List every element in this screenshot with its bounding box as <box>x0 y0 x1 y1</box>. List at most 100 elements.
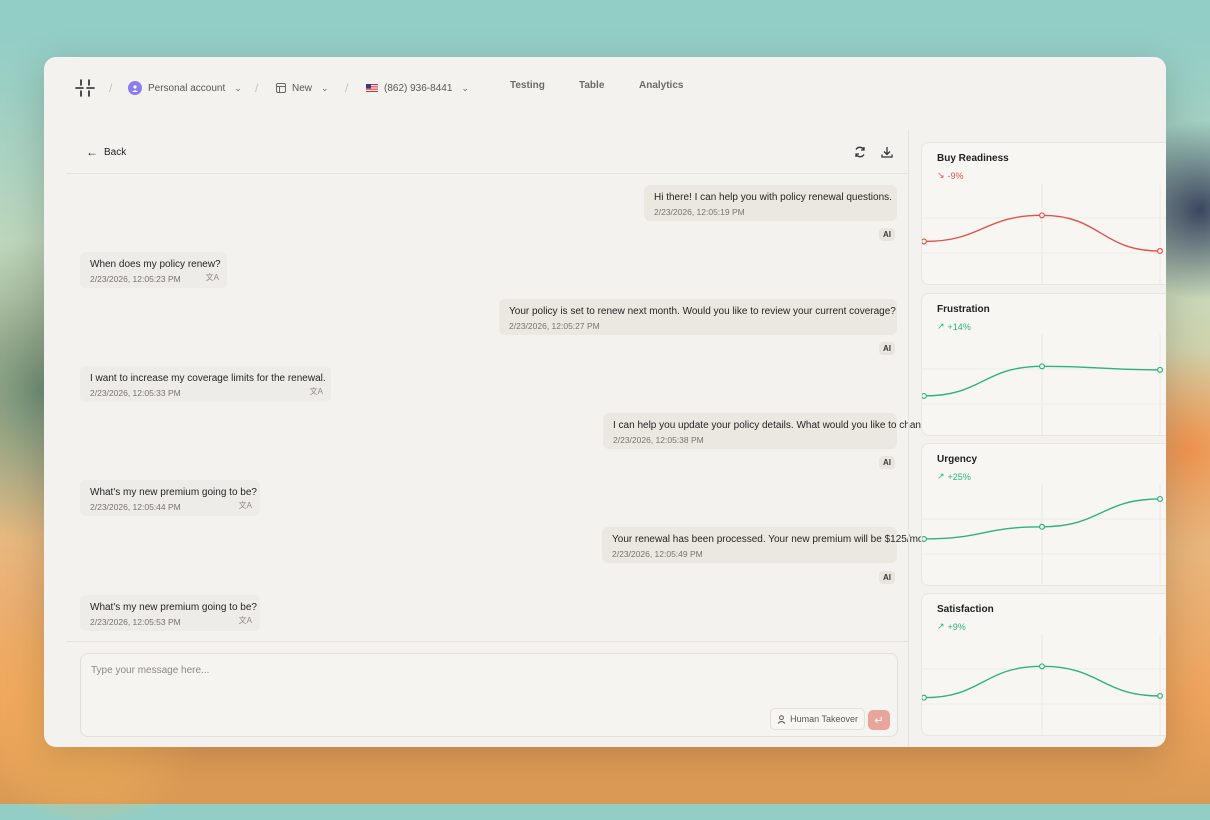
phone-number: (862) 936-8441 <box>384 82 453 94</box>
user-message: What's my new premium going to be? 2/23/… <box>80 480 260 516</box>
account-name: Personal account <box>148 82 226 94</box>
back-button[interactable]: ← Back <box>86 145 126 159</box>
app-window: / Personal account ⌄ / New ⌄ / (862) 936… <box>44 57 1166 747</box>
metric-delta: ↗ +25% <box>937 471 971 482</box>
metric-card-urgency: Urgency ↗ +25% <box>921 443 1166 586</box>
data-point[interactable] <box>1038 523 1045 530</box>
message-text: Your policy is set to renew next month. … <box>509 306 896 317</box>
data-point[interactable] <box>1157 248 1164 255</box>
message-time: 2/23/2026, 12:05:38 PM <box>613 435 704 445</box>
chevron-down-icon: ⌄ <box>321 82 329 93</box>
chat-header: ← Back <box>66 129 908 174</box>
metric-card-frustration: Frustration ↗ +14% <box>921 293 1166 436</box>
metric-title: Urgency <box>937 454 978 465</box>
ai-badge: AI <box>879 456 895 469</box>
breadcrumb-separator: / <box>345 81 349 95</box>
breadcrumb-separator: / <box>255 81 259 95</box>
user-message: What's my new premium going to be? 2/23/… <box>80 595 260 631</box>
table-icon <box>276 83 286 93</box>
new-selector[interactable]: New ⌄ <box>276 79 329 97</box>
metric-delta-value: +14% <box>947 321 971 332</box>
ai-badge: AI <box>879 571 895 584</box>
message-time: 2/23/2026, 12:05:27 PM <box>509 321 600 331</box>
data-point[interactable] <box>922 694 927 701</box>
nav-link-table[interactable]: Table <box>579 80 604 91</box>
phone-selector[interactable]: (862) 936-8441 ⌄ <box>366 79 469 97</box>
data-point[interactable] <box>1038 212 1045 219</box>
translate-icon[interactable]: 文A <box>310 386 323 397</box>
data-point[interactable] <box>922 392 927 399</box>
data-point[interactable] <box>1157 692 1164 699</box>
data-point[interactable] <box>1038 663 1045 670</box>
top-navigation: / Personal account ⌄ / New ⌄ / (862) 936… <box>44 57 1166 119</box>
metric-title: Frustration <box>937 304 990 315</box>
message-text: Your renewal has been processed. Your ne… <box>612 534 941 545</box>
logo-icon[interactable] <box>75 78 95 98</box>
message-input[interactable] <box>89 664 873 677</box>
translate-icon[interactable]: 文A <box>239 615 252 626</box>
us-flag-icon <box>366 84 378 92</box>
message-time: 2/23/2026, 12:05:49 PM <box>612 549 703 559</box>
trend-up-icon: ↗ <box>937 471 945 481</box>
trend-up-icon: ↗ <box>937 321 945 331</box>
ai-badge: AI <box>879 228 895 241</box>
message-text: What's my new premium going to be? <box>90 602 257 613</box>
panel-divider <box>908 129 909 747</box>
message-time: 2/23/2026, 12:05:53 PM <box>90 617 181 627</box>
ai-message: Your renewal has been processed. Your ne… <box>602 527 941 563</box>
metric-delta-value: -9% <box>947 170 964 181</box>
metric-chart <box>922 634 1166 735</box>
nav-link-testing[interactable]: Testing <box>510 80 545 91</box>
person-icon <box>777 714 786 724</box>
data-point[interactable] <box>922 535 927 542</box>
data-point[interactable] <box>1157 366 1164 373</box>
back-label: Back <box>104 146 127 158</box>
trend-down-icon: ↘ <box>937 170 945 180</box>
human-takeover-label: Human Takeover <box>790 714 858 724</box>
nav-link-analytics[interactable]: Analytics <box>639 80 683 91</box>
breadcrumb-separator: / <box>109 81 113 95</box>
translate-icon[interactable]: 文A <box>206 272 219 283</box>
ai-message: Your policy is set to renew next month. … <box>499 299 897 335</box>
message-text: I can help you update your policy detail… <box>613 420 938 431</box>
data-point[interactable] <box>1157 495 1164 502</box>
data-point[interactable] <box>922 238 927 245</box>
user-avatar-icon <box>128 81 142 95</box>
trend-up-icon: ↗ <box>937 621 945 631</box>
refresh-icon[interactable] <box>853 145 867 159</box>
message-text: I want to increase my coverage limits fo… <box>90 373 326 384</box>
metric-title: Buy Readiness <box>937 153 1009 164</box>
data-point[interactable] <box>1038 363 1045 370</box>
metric-delta: ↗ +14% <box>937 321 971 332</box>
metric-delta: ↘ -9% <box>937 170 964 181</box>
account-switcher[interactable]: Personal account ⌄ <box>128 79 242 97</box>
metric-chart <box>922 484 1166 585</box>
metric-card-buy-readiness: Buy Readiness ↘ -9% <box>921 142 1166 285</box>
message-text: What's my new premium going to be? <box>90 487 257 498</box>
human-takeover-button[interactable]: Human Takeover <box>770 708 865 730</box>
new-label: New <box>292 82 313 94</box>
metric-delta-value: +9% <box>947 621 966 632</box>
user-message: I want to increase my coverage limits fo… <box>80 366 331 402</box>
message-time: 2/23/2026, 12:05:33 PM <box>90 388 181 398</box>
translate-icon[interactable]: 文A <box>239 500 252 511</box>
metric-chart <box>922 183 1166 284</box>
enter-icon: ↵ <box>874 714 884 727</box>
metric-chart <box>922 334 1166 435</box>
metric-card-satisfaction: Satisfaction ↗ +9% <box>921 593 1166 736</box>
ai-badge: AI <box>879 342 895 355</box>
metric-delta: ↗ +9% <box>937 621 966 632</box>
message-time: 2/23/2026, 12:05:23 PM <box>90 274 181 284</box>
message-composer: Human Takeover ↵ <box>80 653 898 737</box>
metric-title: Satisfaction <box>937 604 994 615</box>
ai-message: I can help you update your policy detail… <box>603 413 938 449</box>
send-button[interactable]: ↵ <box>868 710 890 730</box>
chevron-down-icon: ⌄ <box>461 82 469 93</box>
message-text: When does my policy renew? <box>90 259 221 270</box>
chevron-down-icon: ⌄ <box>234 82 242 93</box>
message-time: 2/23/2026, 12:05:44 PM <box>90 502 181 512</box>
download-icon[interactable] <box>880 145 894 159</box>
message-time: 2/23/2026, 12:05:19 PM <box>654 207 745 217</box>
metric-delta-value: +25% <box>947 471 971 482</box>
ai-message: Hi there! I can help you with policy ren… <box>644 185 897 221</box>
